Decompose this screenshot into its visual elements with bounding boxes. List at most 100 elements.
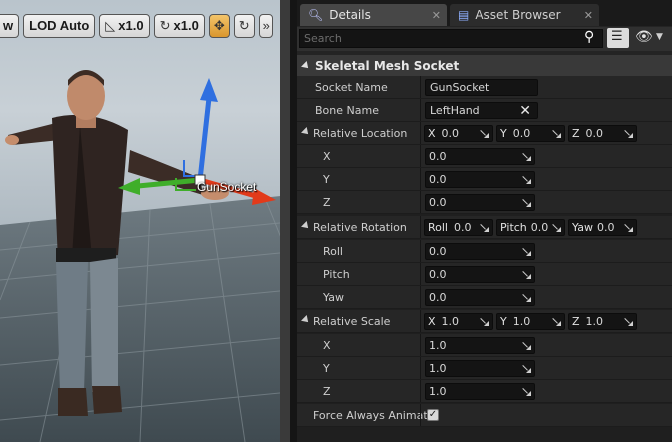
drag-handle-icon[interactable] bbox=[522, 387, 531, 396]
location-x-input[interactable]: 0.0 bbox=[425, 148, 535, 165]
category-header[interactable]: Skeletal Mesh Socket bbox=[297, 55, 672, 76]
lod-button[interactable]: LOD Auto bbox=[23, 13, 96, 38]
property-label: Y bbox=[323, 173, 330, 186]
bone-name-input[interactable]: LeftHand ✕ bbox=[425, 102, 538, 119]
axis-label: X bbox=[428, 315, 436, 328]
location-x-value: 0.0 bbox=[441, 127, 460, 140]
drag-handle-icon[interactable] bbox=[552, 317, 561, 326]
property-label: Bone Name bbox=[315, 104, 379, 117]
tab-asset-browser[interactable]: ▤ Asset Browser ✕ bbox=[450, 4, 599, 26]
axis-label: X bbox=[428, 127, 436, 140]
property-label: Pitch bbox=[323, 268, 350, 281]
rotate-speed-icon: ↻ bbox=[159, 17, 171, 33]
property-label: X bbox=[323, 339, 331, 352]
property-label: Relative Scale bbox=[313, 315, 391, 328]
drag-handle-icon[interactable] bbox=[522, 247, 531, 256]
speed-scale-button[interactable]: ↻ x1.0 bbox=[153, 13, 205, 38]
expand-icon[interactable] bbox=[301, 127, 311, 137]
field-value: 1.0 bbox=[429, 339, 447, 352]
location-x-field[interactable]: X 0.0 bbox=[424, 125, 493, 142]
location-z-field[interactable]: Z 0.0 bbox=[568, 125, 637, 142]
drag-handle-icon[interactable] bbox=[480, 317, 489, 326]
field-value: 0.0 bbox=[429, 173, 447, 186]
property-row-relative-location[interactable]: Relative Location X 0.0 Y 0.0 Z 0.0 bbox=[297, 122, 672, 145]
property-row-relative-scale[interactable]: Relative Scale X 1.0 Y 1.0 Z 1.0 bbox=[297, 310, 672, 333]
location-y-field[interactable]: Y 0.0 bbox=[496, 125, 565, 142]
drag-handle-icon[interactable] bbox=[522, 198, 531, 207]
scale-x-input[interactable]: 1.0 bbox=[425, 337, 535, 354]
force-always-animated-checkbox[interactable]: ✓ bbox=[427, 409, 439, 421]
property-row-force-always-animated: Force Always Animat ✓ bbox=[297, 404, 672, 427]
expand-icon[interactable] bbox=[301, 315, 311, 325]
close-icon[interactable]: ✕ bbox=[584, 9, 593, 22]
drag-handle-icon[interactable] bbox=[552, 129, 561, 138]
drag-handle-icon[interactable] bbox=[522, 175, 531, 184]
property-list: Socket Name GunSocket Bone Name LeftHand… bbox=[297, 76, 672, 442]
property-label: Z bbox=[323, 196, 331, 209]
property-row-rotation-yaw: Yaw 0.0 bbox=[297, 286, 672, 309]
scale-x-field[interactable]: X 1.0 bbox=[424, 313, 493, 330]
property-row-location-z: Z 0.0 bbox=[297, 191, 672, 214]
rotate-tool-button[interactable]: ↻ bbox=[233, 13, 255, 38]
view-options-button[interactable]: ☰ bbox=[607, 28, 629, 48]
rotation-yaw-input[interactable]: 0.0 bbox=[425, 289, 535, 306]
property-label: X bbox=[323, 150, 331, 163]
property-row-location-y: Y 0.0 bbox=[297, 168, 672, 191]
rotate-icon: ↻ bbox=[238, 17, 250, 33]
viewport[interactable]: GunSocket w LOD Auto ◺ x1.0 ↻ x1.0 ✥ ↻ » bbox=[0, 0, 290, 442]
viewport-scene bbox=[0, 70, 290, 442]
drag-handle-icon[interactable] bbox=[624, 129, 633, 138]
chevron-right-icon: » bbox=[262, 18, 270, 33]
search-icon[interactable]: ⚲ bbox=[584, 29, 594, 45]
property-row-rotation-roll: Roll 0.0 bbox=[297, 240, 672, 263]
drag-handle-icon[interactable] bbox=[522, 270, 531, 279]
drag-handle-icon[interactable] bbox=[480, 129, 489, 138]
lod-label: LOD Auto bbox=[29, 18, 90, 33]
close-icon[interactable]: ✕ bbox=[432, 9, 441, 22]
tab-details[interactable]: 🔍︎ Details ✕ bbox=[300, 4, 447, 26]
drag-handle-icon[interactable] bbox=[522, 341, 531, 350]
drag-handle-icon[interactable] bbox=[522, 293, 531, 302]
property-row-rotation-pitch: Pitch 0.0 bbox=[297, 263, 672, 286]
scale-z-value: 1.0 bbox=[585, 315, 604, 328]
field-value: 0.0 bbox=[429, 150, 447, 163]
scale-z-input[interactable]: 1.0 bbox=[425, 383, 535, 400]
property-label: Roll bbox=[323, 245, 343, 258]
drag-handle-icon[interactable] bbox=[624, 223, 633, 232]
property-row-relative-rotation[interactable]: Relative Rotation Roll 0.0 Pitch 0.0 Yaw 0.… bbox=[297, 216, 672, 239]
toolbar-overflow-button[interactable]: » bbox=[258, 13, 273, 38]
rotation-roll-field[interactable]: Roll 0.0 bbox=[424, 219, 493, 236]
viewport-toolbar: w LOD Auto ◺ x1.0 ↻ x1.0 ✥ ↻ » bbox=[0, 12, 290, 39]
scale-z-field[interactable]: Z 1.0 bbox=[568, 313, 637, 330]
property-label: Y bbox=[323, 362, 330, 375]
property-label: Relative Rotation bbox=[313, 221, 407, 234]
tab-bar: 🔍︎ Details ✕ ▤ Asset Browser ✕ bbox=[297, 0, 672, 26]
property-row-scale-z: Z 1.0 bbox=[297, 380, 672, 403]
eye-icon[interactable]: 👁︎ bbox=[635, 29, 653, 45]
location-z-input[interactable]: 0.0 bbox=[425, 194, 535, 211]
clear-icon[interactable]: ✕ bbox=[519, 104, 531, 118]
translate-tool-button[interactable]: ✥ bbox=[208, 13, 230, 38]
drag-handle-icon[interactable] bbox=[624, 317, 633, 326]
drag-handle-icon[interactable] bbox=[522, 364, 531, 373]
rotation-pitch-field[interactable]: Pitch 0.0 bbox=[496, 219, 565, 236]
axis-label: Z bbox=[572, 315, 580, 328]
expand-icon[interactable] bbox=[301, 221, 311, 231]
scale-y-input[interactable]: 1.0 bbox=[425, 360, 535, 377]
socket-name-input[interactable]: GunSocket bbox=[425, 79, 538, 96]
scale-x-value: 1.0 bbox=[441, 315, 460, 328]
drag-handle-icon[interactable] bbox=[552, 223, 561, 232]
scale-y-field[interactable]: Y 1.0 bbox=[496, 313, 565, 330]
chevron-down-icon[interactable]: ▼ bbox=[656, 32, 663, 42]
rotation-yaw-field[interactable]: Yaw 0.0 bbox=[568, 219, 637, 236]
details-tab-icon: 🔍︎ bbox=[308, 8, 324, 22]
drag-handle-icon[interactable] bbox=[480, 223, 489, 232]
view-mode-button[interactable]: w bbox=[0, 13, 20, 38]
bone-name-value: LeftHand bbox=[430, 104, 480, 117]
location-y-input[interactable]: 0.0 bbox=[425, 171, 535, 188]
rotation-roll-input[interactable]: 0.0 bbox=[425, 243, 535, 260]
search-input[interactable] bbox=[299, 29, 603, 48]
rotation-pitch-input[interactable]: 0.0 bbox=[425, 266, 535, 283]
drag-handle-icon[interactable] bbox=[522, 152, 531, 161]
fov-scale-button[interactable]: ◺ x1.0 bbox=[99, 13, 150, 38]
